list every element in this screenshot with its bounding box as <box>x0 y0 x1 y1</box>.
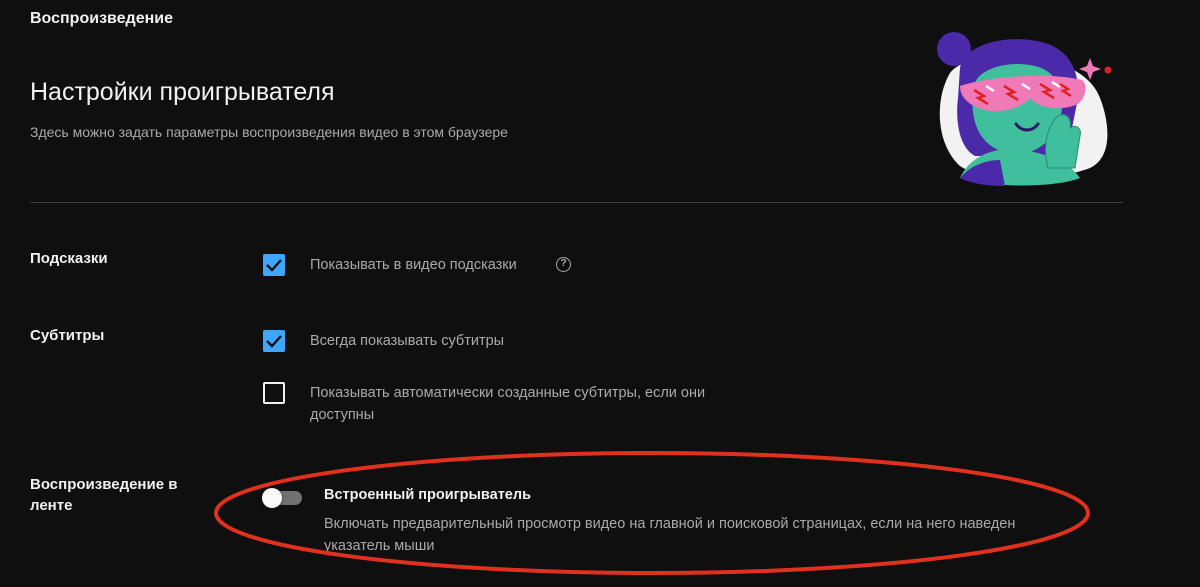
subtitles-auto-label: Показывать автоматически созданные субти… <box>310 382 705 426</box>
settings-page: Воспроизведение Настройки проигрывателя … <box>0 0 1200 587</box>
subtitles-always-label: Всегда показывать субтитры <box>310 333 505 349</box>
checkmark-icon <box>266 335 282 348</box>
section-divider <box>30 202 1123 203</box>
illustration-character-image <box>937 32 1112 186</box>
checkmark-icon <box>266 259 282 272</box>
section-title: Воспроизведение <box>30 10 173 27</box>
page-title: Настройки проигрывателя <box>30 78 335 106</box>
inline-playback-label-line1: Воспроизведение в <box>30 476 178 493</box>
hints-label: Подсказки <box>30 250 108 267</box>
hints-option-label: Показывать в видео подсказки <box>310 257 517 273</box>
subtitles-auto-label-line2: доступны <box>310 407 375 423</box>
subtitles-always-checkbox[interactable] <box>263 330 285 352</box>
inline-playback-label-line2: ленте <box>30 497 73 514</box>
question-circle-icon[interactable]: ? <box>556 257 571 272</box>
highlight-annotation-ellipse <box>214 451 1090 575</box>
hints-checkbox[interactable] <box>263 254 285 276</box>
subtitles-label: Субтитры <box>30 327 105 344</box>
subtitles-auto-checkbox[interactable] <box>263 382 285 404</box>
page-description: Здесь можно задать параметры воспроизвед… <box>30 124 508 140</box>
inline-playback-label: Воспроизведение в ленте <box>30 474 177 516</box>
subtitles-auto-label-line1: Показывать автоматически созданные субти… <box>310 385 706 401</box>
